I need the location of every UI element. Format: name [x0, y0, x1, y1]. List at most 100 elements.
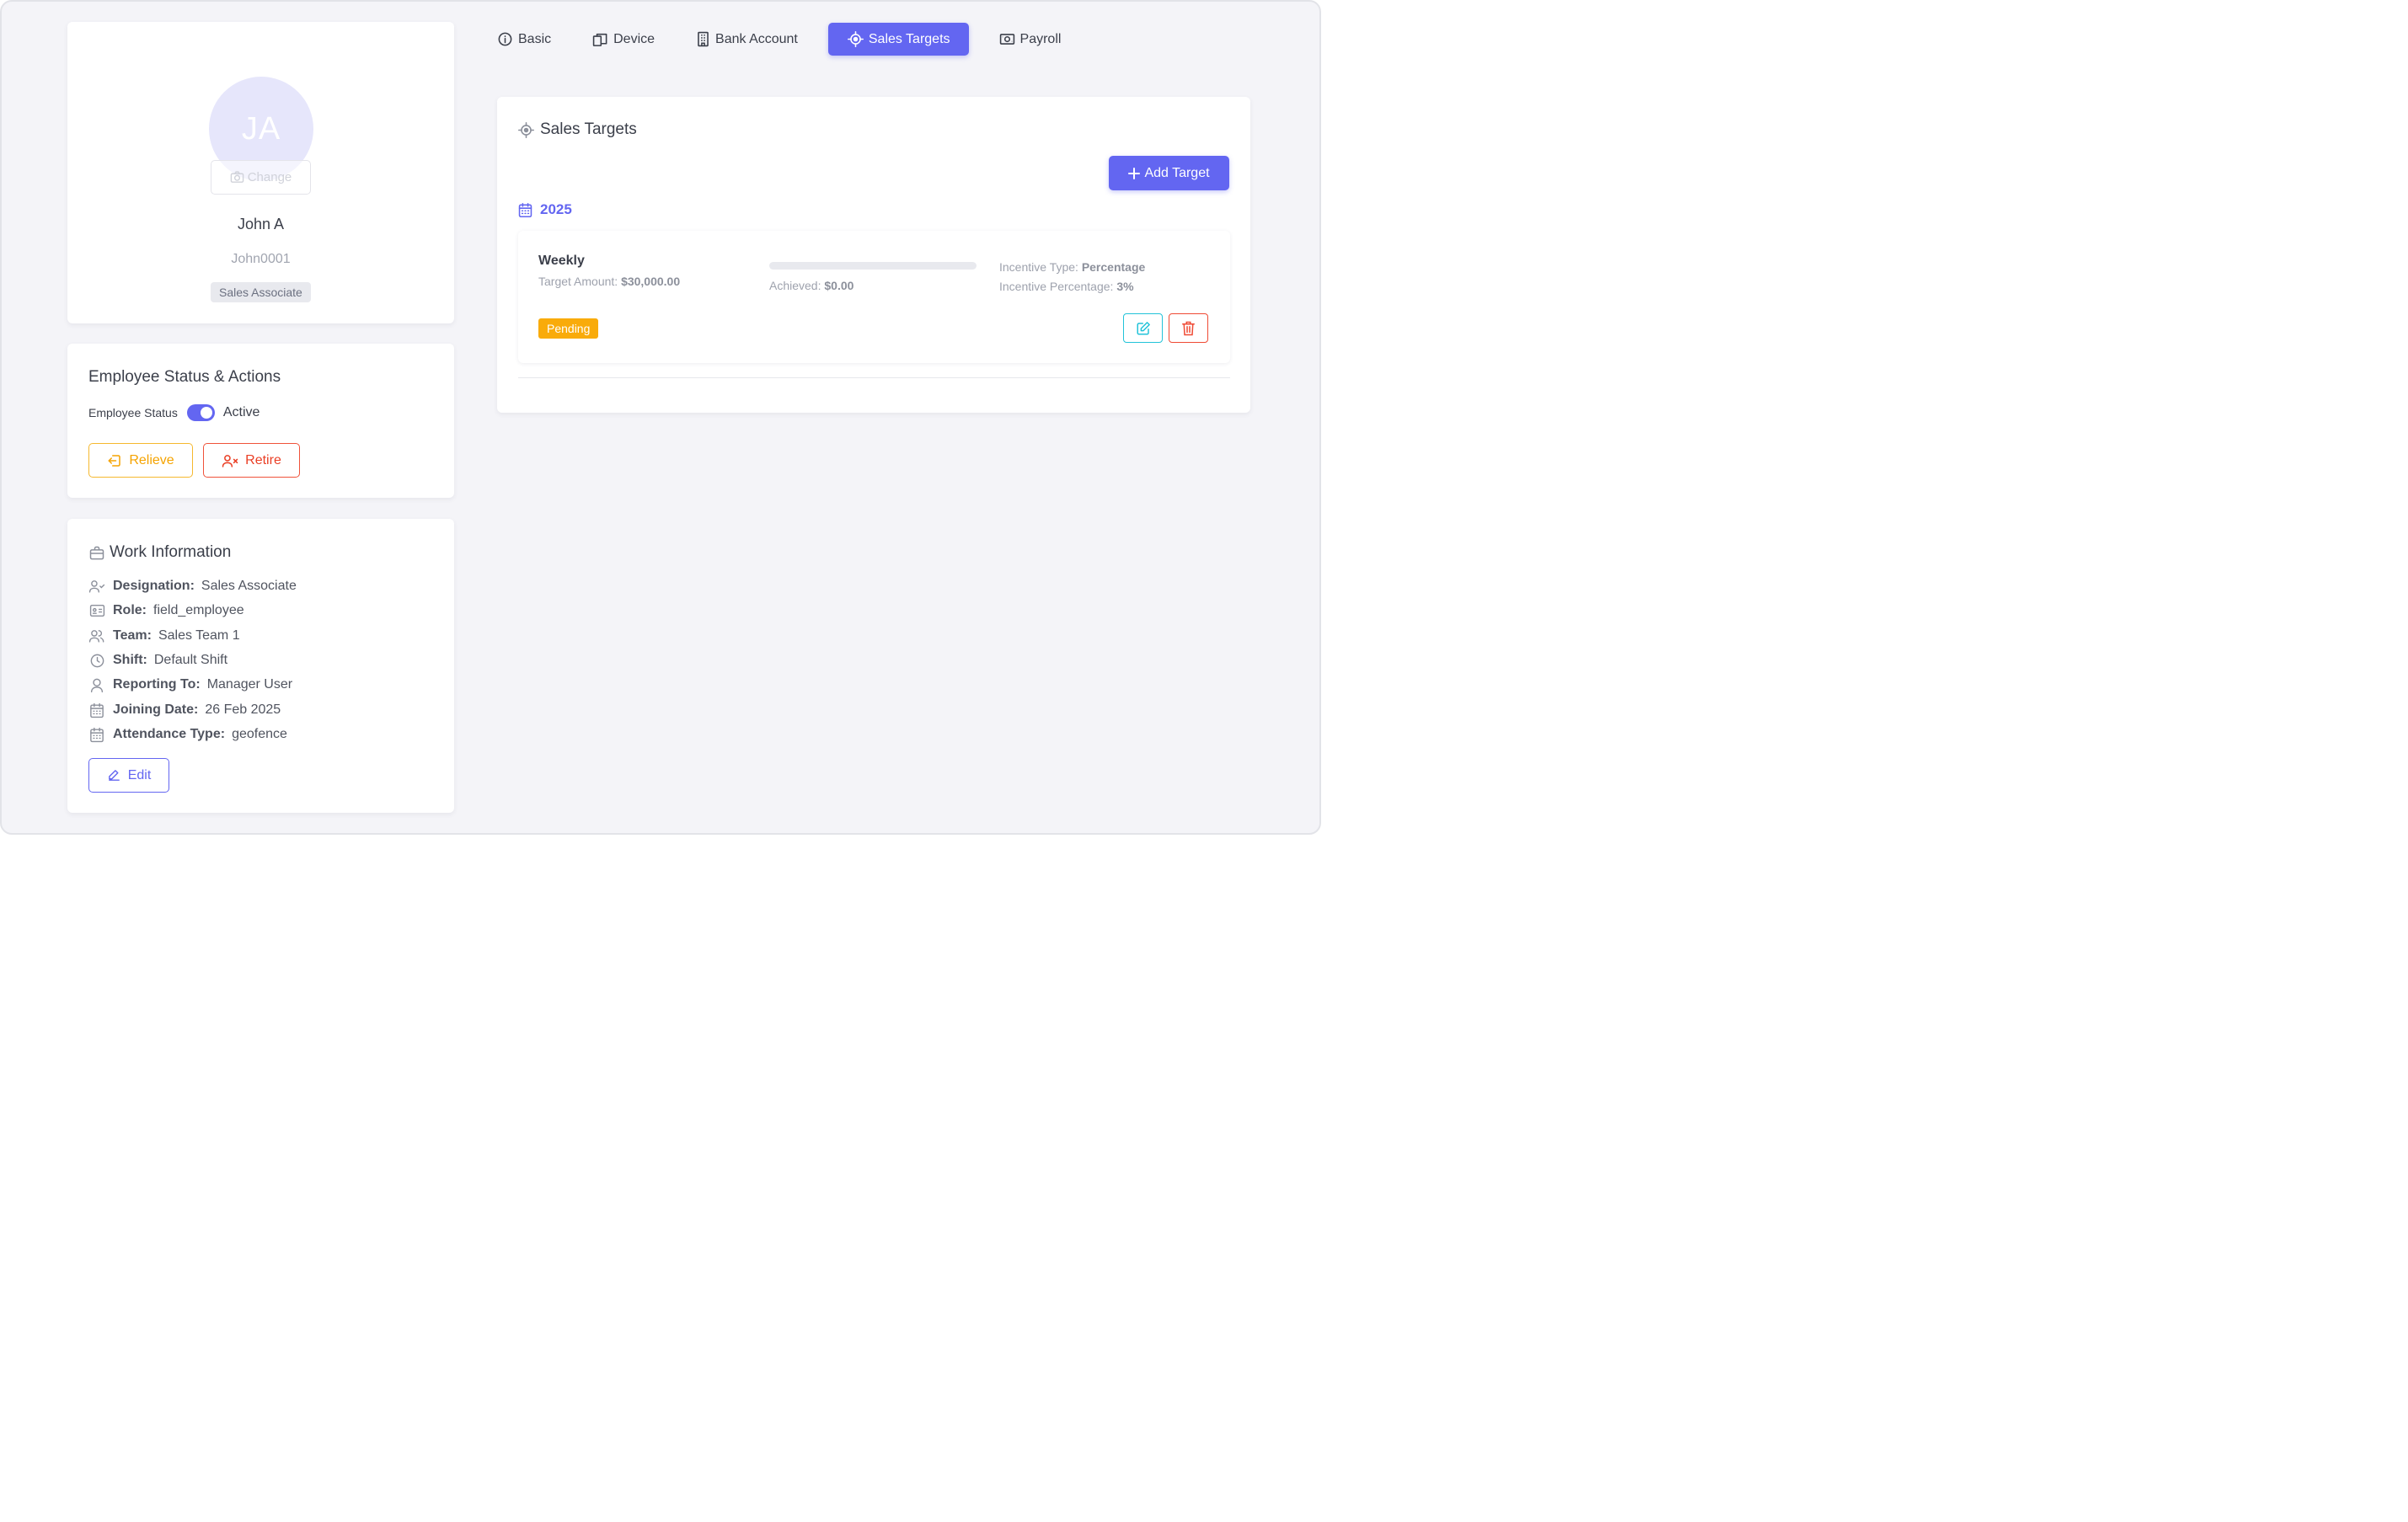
info-row-shift: Shift: Default Shift: [88, 652, 227, 669]
cash-icon: [999, 34, 1014, 45]
designation-badge: Sales Associate: [211, 282, 311, 302]
info-value: 26 Feb 2025: [205, 702, 281, 717]
info-value: Sales Team 1: [158, 628, 240, 643]
year-group-header: 2025: [518, 201, 572, 218]
incentive-type-value: Percentage: [1081, 260, 1146, 274]
target-progress-bar: [769, 262, 977, 270]
employee-status-card: Employee Status & Actions Employee Statu…: [67, 344, 454, 498]
profile-card: JA Change John A John0001 Sales Associat…: [67, 22, 454, 323]
info-value: geofence: [232, 727, 287, 741]
info-key: Reporting To:: [113, 677, 201, 692]
tab-label: Device: [613, 31, 656, 46]
employee-name: John A: [237, 216, 285, 232]
info-key: Shift:: [113, 653, 147, 667]
status-badge: Pending: [538, 318, 599, 339]
info-row-role: Role: field_employee: [88, 602, 244, 619]
profile-tabs: Basic Device Bank Account Sales Targets …: [486, 23, 1091, 56]
sales-targets-heading: Sales Targets: [540, 120, 637, 138]
briefcase-icon: [89, 546, 104, 560]
employee-code: John0001: [231, 252, 291, 266]
add-target-button[interactable]: Add Target: [1109, 156, 1229, 190]
info-value: Sales Associate: [201, 579, 297, 593]
relieve-button[interactable]: Relieve: [88, 443, 193, 478]
edit-icon: [1137, 321, 1150, 334]
info-value: field_employee: [153, 603, 244, 617]
exit-icon: [108, 454, 121, 467]
info-row-reporting-to: Reporting To: Manager User: [88, 676, 292, 693]
info-value: Default Shift: [153, 653, 228, 667]
sales-targets-card: Sales Targets Add Target 2025 Weekly Tar…: [497, 97, 1250, 413]
status-card-title: Employee Status & Actions: [88, 368, 281, 386]
target-amount: Target Amount: $30,000.00: [538, 275, 680, 288]
edit-work-button[interactable]: Edit: [88, 758, 169, 793]
tab-payroll[interactable]: Payroll: [988, 23, 1073, 56]
status-label: Employee Status: [88, 406, 178, 419]
tab-basic[interactable]: Basic: [486, 23, 562, 56]
change-photo-label: Change: [247, 170, 292, 184]
incentive-type: Incentive Type: Percentage: [999, 260, 1145, 274]
status-value: Active: [222, 405, 260, 419]
camera-icon: [230, 171, 244, 183]
status-toggle[interactable]: [186, 404, 215, 421]
list-divider: [518, 377, 1230, 378]
achieved-value: $0.00: [824, 279, 854, 292]
info-key: Joining Date:: [113, 702, 199, 717]
target-icon: [847, 31, 864, 47]
retire-label: Retire: [245, 452, 281, 467]
calendar-icon: [518, 202, 532, 217]
app-window: JA Change John A John0001 Sales Associat…: [0, 0, 1321, 835]
tab-label: Sales Targets: [868, 31, 950, 46]
target-amount-value: $30,000.00: [621, 275, 681, 288]
edit-label: Edit: [127, 767, 152, 782]
calendar-icon: [90, 702, 104, 718]
edit-target-button[interactable]: [1123, 313, 1163, 343]
clock-icon: [90, 654, 104, 667]
users-icon: [88, 630, 104, 643]
calendar-icon: [90, 727, 104, 742]
pencil-icon: [108, 770, 120, 781]
info-row-attendance-type: Attendance Type: geofence: [88, 726, 287, 743]
user-x-icon: [222, 454, 238, 467]
change-photo-button[interactable]: Change: [211, 160, 311, 195]
tab-label: Bank Account: [715, 31, 798, 46]
year-label: 2025: [540, 201, 572, 217]
tab-label: Payroll: [1019, 31, 1062, 46]
trash-icon: [1182, 321, 1195, 335]
info-key: Team:: [113, 628, 152, 643]
achieved-amount: Achieved: $0.00: [769, 279, 854, 292]
plus-icon: [1128, 167, 1141, 179]
incentive-percentage: Incentive Percentage: 3%: [999, 280, 1134, 293]
incentive-percentage-label: Incentive Percentage:: [999, 280, 1114, 293]
add-target-label: Add Target: [1144, 165, 1210, 180]
info-icon: [498, 32, 512, 46]
sales-targets-title: Sales Targets: [518, 120, 637, 139]
delete-target-button[interactable]: [1169, 313, 1208, 343]
relieve-label: Relieve: [129, 452, 174, 467]
tab-label: Basic: [518, 31, 552, 46]
info-value: Manager User: [206, 677, 293, 692]
device-icon: [592, 33, 607, 46]
info-key: Designation:: [113, 579, 195, 593]
target-amount-label: Target Amount:: [538, 275, 618, 288]
tab-sales-targets[interactable]: Sales Targets: [827, 23, 969, 56]
tab-bank-account[interactable]: Bank Account: [685, 23, 809, 56]
info-row-team: Team: Sales Team 1: [88, 627, 240, 644]
status-row: Employee Status Active: [88, 404, 260, 421]
user-icon: [90, 678, 104, 692]
info-row-designation: Designation: Sales Associate: [88, 578, 297, 595]
incentive-percentage-value: 3%: [1116, 280, 1134, 293]
building-icon: [698, 31, 709, 47]
user-check-icon: [88, 580, 105, 593]
info-key: Role:: [113, 603, 147, 617]
id-card-icon: [89, 604, 104, 617]
work-card-title: Work Information: [110, 543, 232, 561]
target-icon: [518, 121, 534, 138]
tab-device[interactable]: Device: [581, 23, 666, 56]
info-row-joining-date: Joining Date: 26 Feb 2025: [88, 702, 281, 718]
sales-target-item: Weekly Target Amount: $30,000.00 Achieve…: [518, 231, 1230, 363]
work-information-card: Work Information Designation: Sales Asso…: [67, 519, 454, 813]
info-key: Attendance Type:: [113, 727, 226, 741]
retire-button[interactable]: Retire: [203, 443, 300, 478]
target-period: Weekly: [538, 254, 585, 268]
incentive-type-label: Incentive Type:: [999, 260, 1078, 274]
